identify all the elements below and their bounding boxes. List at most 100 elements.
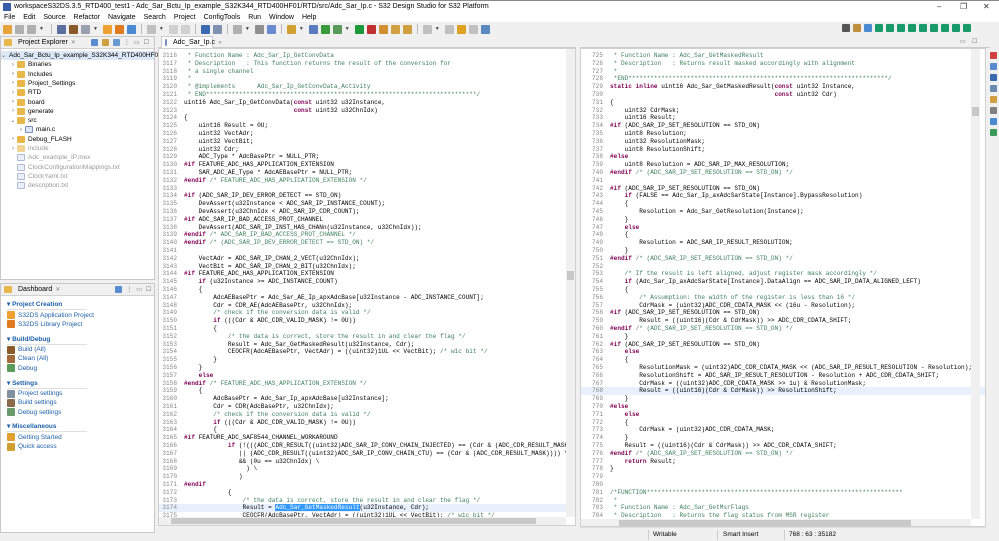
code-text[interactable]: uint32 VectAdr; xyxy=(184,130,254,138)
collapse-all-icon[interactable] xyxy=(90,39,98,46)
expand-icon[interactable]: › xyxy=(9,62,17,68)
search-icon[interactable] xyxy=(842,24,850,32)
scrollbar-thumb[interactable] xyxy=(972,107,979,116)
code-text[interactable]: uint8 ResolutionShift; xyxy=(610,146,705,154)
expand-icon[interactable]: › xyxy=(17,127,25,133)
expand-icon[interactable]: › xyxy=(9,80,17,86)
code-text[interactable]: *END************************************… xyxy=(610,75,892,83)
code-text[interactable]: const uint32 u32ChnIdx) xyxy=(184,107,378,115)
pin-icon[interactable] xyxy=(897,24,905,32)
open-folder-icon[interactable] xyxy=(378,24,388,34)
code-text[interactable]: #endif /* FEATURE_ADC_HAS_APPLICATION_EX… xyxy=(184,380,367,388)
dashboard-section-build-debug[interactable]: ▾ Build/Debug xyxy=(7,335,88,345)
code-text[interactable]: CEOCFR(AdcAEBasePtr, VectAdr) = ((uint32… xyxy=(184,348,488,356)
code-text[interactable]: * @implements Adc_Sar_Ip_GetConvData_Act… xyxy=(184,83,371,91)
link-icon[interactable] xyxy=(212,24,222,34)
dropdown-arrow-icon[interactable]: ▼ xyxy=(245,26,250,32)
code-text[interactable]: uint32 CdrMask; xyxy=(610,107,680,115)
terminal-icon[interactable] xyxy=(200,24,210,34)
dashboard-tab[interactable]: Dashboard ✕ ⋮ ▭ ☐ xyxy=(1,284,154,296)
code-text[interactable]: } xyxy=(610,434,629,442)
code-text[interactable]: #else xyxy=(610,153,628,161)
code-text[interactable]: VectBit = ADC_SAR_IP_CHAN_2_BIT(u32ChnId… xyxy=(184,263,356,271)
code-text[interactable]: uint32 ResolutionMask; xyxy=(610,138,705,146)
code-text[interactable]: { xyxy=(184,114,188,122)
console-icon[interactable] xyxy=(989,63,997,70)
horizontal-scrollbar[interactable] xyxy=(159,517,566,525)
redo-icon[interactable] xyxy=(180,24,190,34)
code-text[interactable]: if (((Cdr & ADC_CDR_VALID_MASK) != 0U)) xyxy=(184,419,356,427)
minimize-view-icon[interactable]: ▭ xyxy=(134,39,140,46)
menu-file[interactable]: File xyxy=(4,14,15,21)
dashboard-link-build-settings[interactable]: Build settings xyxy=(7,398,57,407)
code-text[interactable]: * Function Name : Adc_Sar_GetMsrFlags xyxy=(610,504,749,512)
code-text[interactable]: ResolutionShift = ADC_SAR_IP_RESULT_RESO… xyxy=(610,372,939,380)
debug-perspective-icon[interactable] xyxy=(126,24,136,34)
code-text[interactable]: { xyxy=(184,286,203,294)
code-text[interactable]: { xyxy=(610,286,629,294)
open-perspective-icon[interactable] xyxy=(853,24,861,32)
code-text[interactable]: } xyxy=(610,247,629,255)
code-text[interactable]: #if (ADC_SAR_IP_DEV_ERROR_DETECT == STD_… xyxy=(184,192,341,200)
code-text[interactable]: /* check if the conversion data is valid… xyxy=(184,411,370,419)
new-library-icon[interactable] xyxy=(114,24,124,34)
menu-source[interactable]: Source xyxy=(43,14,65,21)
code-text[interactable]: VectAdr = ADC_SAR_IP_CHAN_2_VECT(u32ChnI… xyxy=(184,255,360,263)
code-text[interactable]: #if (ADC_SAR_IP_SET_RESOLUTION == STD_ON… xyxy=(610,122,760,130)
pen-icon[interactable] xyxy=(390,24,400,34)
stop-icon[interactable] xyxy=(254,24,264,34)
code-text[interactable]: uint32 Cdr; xyxy=(184,146,239,154)
code-text[interactable]: { xyxy=(184,325,217,333)
expand-icon[interactable]: › xyxy=(9,136,17,142)
code-text[interactable]: { xyxy=(610,419,629,427)
code-text[interactable]: * Description : Returns result masked ac… xyxy=(610,60,855,68)
code-text[interactable]: else xyxy=(610,411,640,419)
open-console-icon[interactable] xyxy=(480,24,490,34)
minimize-button[interactable]: – xyxy=(937,2,941,11)
code-text[interactable]: Result = Adc_Sar_GetMaskedResult(u32Inst… xyxy=(184,504,429,512)
tasks-icon[interactable] xyxy=(989,96,997,103)
build-icon[interactable] xyxy=(68,24,78,34)
code-text[interactable]: #if (ADC_SAR_IP_SET_RESOLUTION == STD_ON… xyxy=(610,341,760,349)
code-text[interactable]: * END***********************************… xyxy=(184,91,481,99)
dashboard-link-clean-all[interactable]: Clean (All) xyxy=(7,354,48,363)
code-text[interactable]: else xyxy=(610,348,640,356)
menu-edit[interactable]: Edit xyxy=(23,14,35,21)
open-type-icon[interactable] xyxy=(286,24,296,34)
view-menu-icon[interactable]: ⋮ xyxy=(124,39,130,46)
code-text[interactable]: if (Adc_Sar_Ip_axAdcSarState[Instance].D… xyxy=(610,278,921,286)
code-text[interactable]: && (0u == u32ChnIdx) \ xyxy=(184,458,319,466)
code-text[interactable]: * xyxy=(610,497,618,505)
maximize-button[interactable]: ❐ xyxy=(960,2,967,11)
tests-icon[interactable] xyxy=(952,24,960,32)
code-text[interactable]: * a single channel xyxy=(184,68,254,76)
problems-icon[interactable] xyxy=(989,52,997,59)
code-text[interactable]: ResolutionMask = (uint32)ADC_CDR_CDATA_M… xyxy=(610,364,972,372)
maximize-editor-icon[interactable]: ☐ xyxy=(972,38,977,45)
dropdown-arrow-icon[interactable]: ▼ xyxy=(345,26,350,32)
new-icon[interactable] xyxy=(3,24,12,34)
scrollbar-thumb[interactable] xyxy=(619,520,911,526)
expand-icon[interactable]: › xyxy=(9,146,17,152)
menu-search[interactable]: Search xyxy=(144,14,166,21)
code-text[interactable]: #endif /* (ADC_SAR_IP_SET_RESOLUTION == … xyxy=(610,325,793,333)
vertical-scrollbar[interactable] xyxy=(971,49,980,519)
expand-icon[interactable]: › xyxy=(9,71,17,77)
expand-icon[interactable]: › xyxy=(9,99,17,105)
code-text[interactable]: else xyxy=(610,224,640,232)
tree-item-include[interactable]: › include xyxy=(1,144,49,153)
new-class-icon[interactable] xyxy=(146,24,156,34)
code-text[interactable]: #endif /* (ADC_SAR_IP_SET_RESOLUTION == … xyxy=(610,255,793,263)
next-edit-icon[interactable] xyxy=(468,24,478,34)
tree-item-clockconfigurationmappings-txt[interactable]: ClockConfigurationMappings.txt xyxy=(1,163,120,172)
code-text[interactable]: #if FEATURE_ADC_SAF8544_CHANNEL_WORKAROU… xyxy=(184,434,338,442)
view-menu-icon[interactable]: ⋮ xyxy=(126,286,132,293)
dashboard-section-project-creation[interactable]: ▾ Project Creation xyxy=(7,300,88,310)
debug-icon[interactable] xyxy=(332,24,342,34)
code-text[interactable]: #else xyxy=(610,403,628,411)
code-text[interactable]: #endif xyxy=(184,481,206,489)
code-text[interactable]: #if FEATURE_ADC_HAS_APPLICATION_EXTENSIO… xyxy=(184,270,334,278)
tree-project-root[interactable]: ⌄ Adc_Sar_Bctu_Ip_example_S32K344_RTD400… xyxy=(1,51,162,60)
code-text[interactable]: CdrMask = (uint32)ADC_CDR_CDATA_MASK; xyxy=(610,426,774,434)
code-text[interactable]: uint8 Resolution; xyxy=(610,130,687,138)
